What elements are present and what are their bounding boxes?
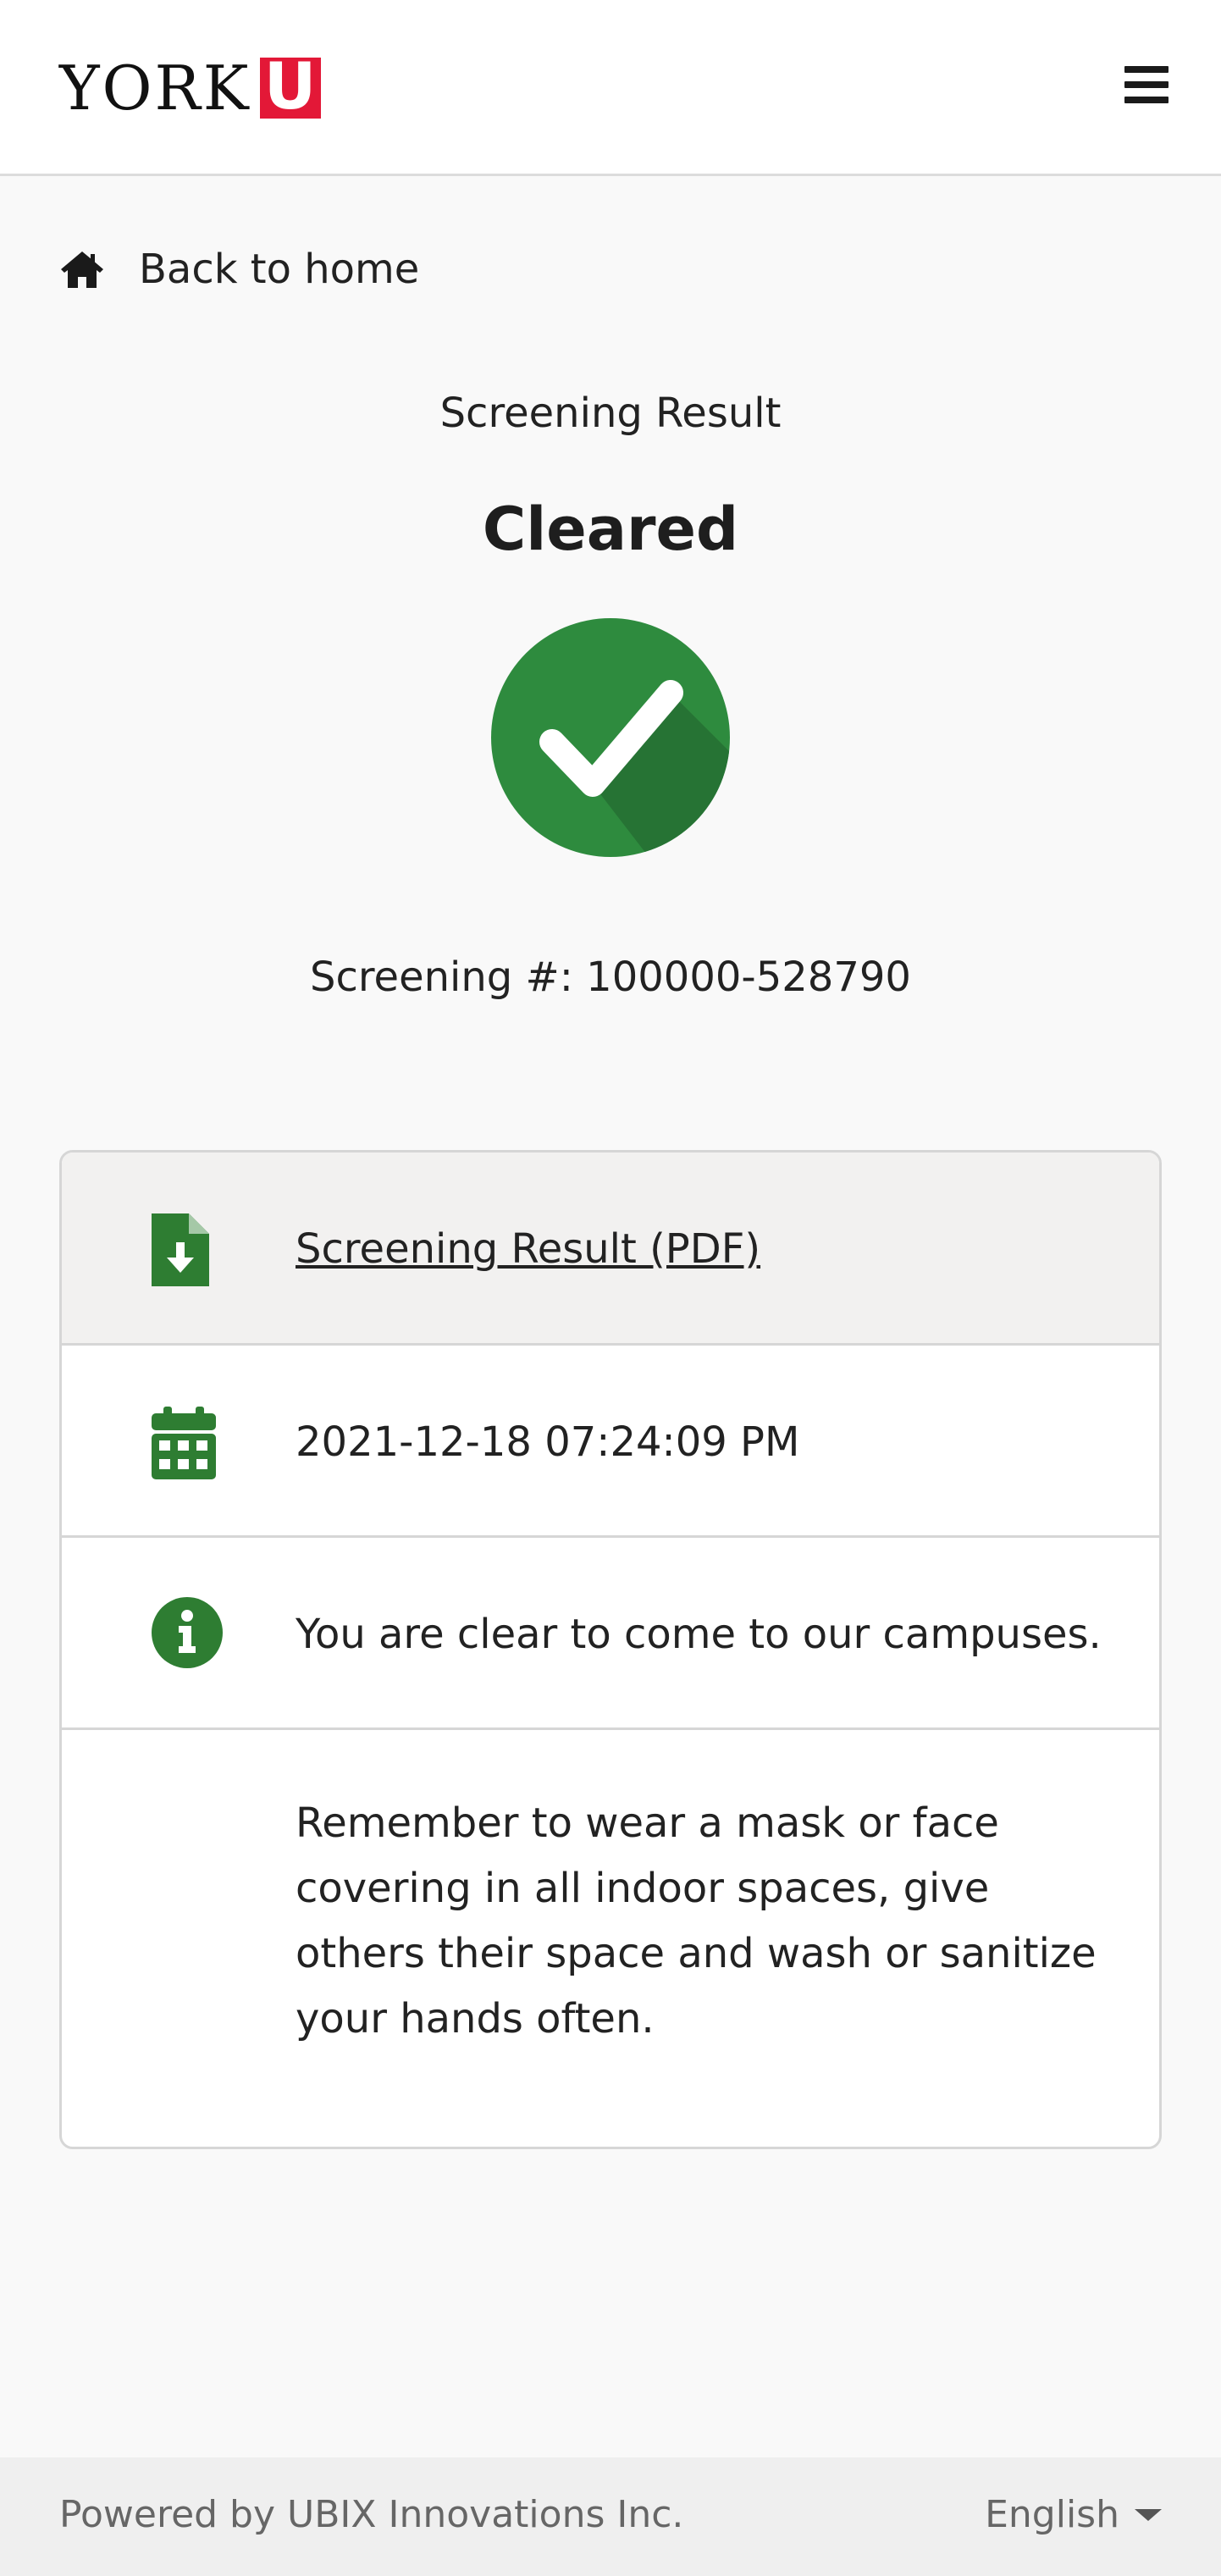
york-u-logo[interactable]: YORK U: [59, 53, 321, 124]
language-selector[interactable]: English: [985, 2493, 1162, 2536]
result-details-card: Screening Result (PDF) 2021-12-18 07:24:…: [59, 1150, 1162, 2149]
hamburger-menu-icon[interactable]: [1124, 66, 1169, 110]
info-icon: [152, 1597, 223, 1668]
powered-by-text: Powered by UBIX Innovations Inc.: [59, 2493, 684, 2536]
datetime-row: 2021-12-18 07:24:09 PM: [62, 1346, 1159, 1538]
home-icon: [61, 252, 103, 288]
file-download-icon: [152, 1213, 209, 1286]
reminder-row: Remember to wear a mask or face covering…: [62, 1730, 1159, 2147]
result-title: Screening Result: [439, 390, 782, 437]
screening-number: Screening #: 100000-528790: [310, 954, 911, 1001]
safety-reminder: Remember to wear a mask or face covering…: [296, 1799, 1097, 2043]
footer: Powered by UBIX Innovations Inc. English: [0, 2457, 1221, 2576]
status-text: Cleared: [482, 495, 739, 564]
pdf-download-link[interactable]: Screening Result (PDF): [296, 1217, 760, 1282]
top-header: YORK U: [0, 0, 1221, 176]
chevron-down-icon: [1135, 2508, 1162, 2521]
screening-datetime: 2021-12-18 07:24:09 PM: [296, 1418, 800, 1466]
back-to-home-label: Back to home: [139, 246, 420, 293]
back-to-home-link[interactable]: Back to home: [59, 246, 419, 293]
clearance-message: You are clear to come to our campuses.: [296, 1611, 1102, 1658]
logo-u-mark: U: [259, 53, 321, 120]
pdf-row[interactable]: Screening Result (PDF): [62, 1153, 1159, 1346]
check-circle-icon: [491, 618, 730, 857]
language-label: English: [985, 2493, 1119, 2536]
message-row: You are clear to come to our campuses.: [62, 1538, 1159, 1730]
calendar-icon: [152, 1407, 216, 1479]
logo-text: YORK: [59, 53, 251, 124]
